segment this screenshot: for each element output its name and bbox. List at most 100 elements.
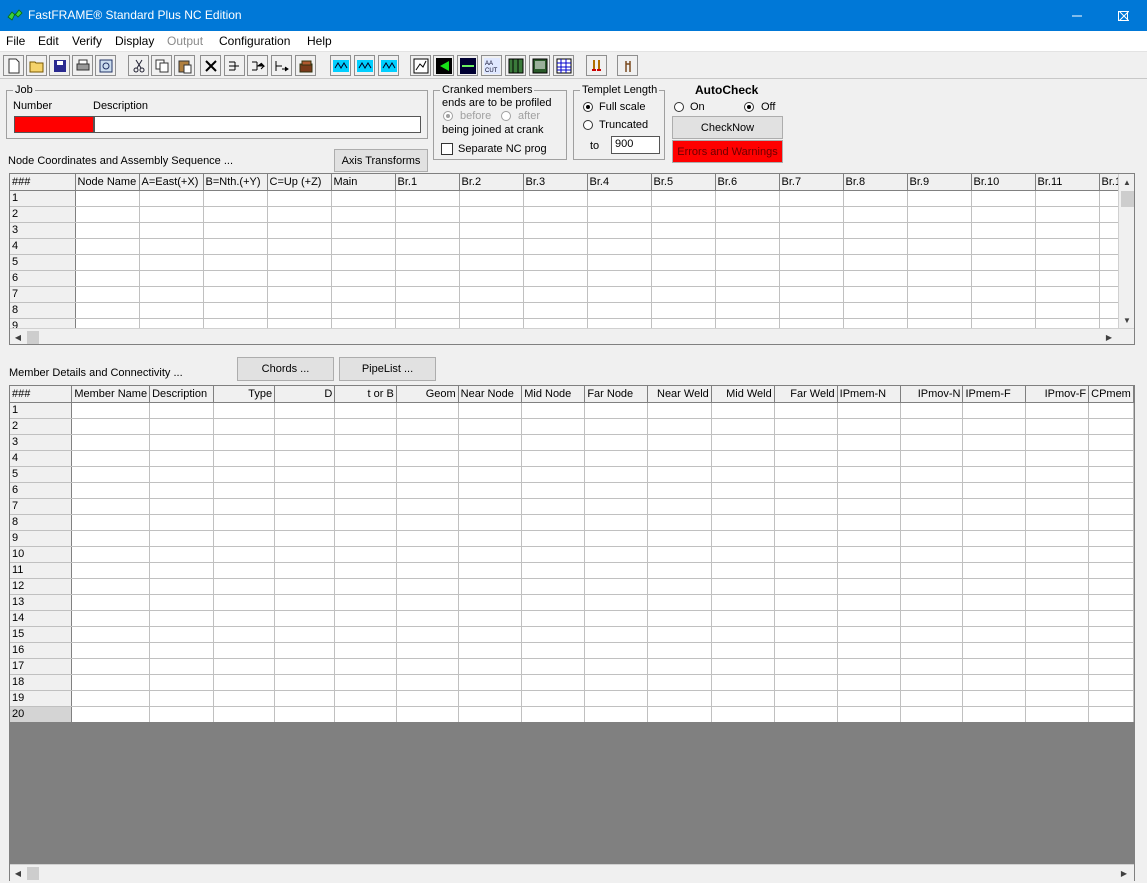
grid-cell[interactable] — [149, 402, 214, 419]
node-grid-hscroll[interactable]: ◀ ▶ — [10, 328, 1134, 344]
scroll-right-icon[interactable]: ▶ — [1116, 865, 1132, 881]
grid-cell[interactable] — [1035, 270, 1100, 287]
grid-cell[interactable] — [900, 450, 964, 467]
grid-cell[interactable] — [274, 418, 336, 435]
after-radio[interactable] — [501, 111, 511, 121]
grid-cell[interactable] — [971, 238, 1036, 255]
grid-cell[interactable] — [149, 562, 214, 579]
grid-cell[interactable] — [900, 546, 964, 563]
row-header[interactable]: 14 — [10, 610, 73, 627]
row-header[interactable]: 5 — [10, 254, 76, 271]
grid-cell[interactable] — [962, 674, 1027, 691]
grid-cell[interactable] — [774, 562, 838, 579]
grid-cell[interactable] — [458, 530, 523, 547]
grid-cell[interactable] — [203, 222, 268, 239]
grid-cell[interactable] — [962, 578, 1027, 595]
grid-cell[interactable] — [962, 610, 1027, 627]
grid-cell[interactable] — [900, 674, 964, 691]
grid-cell[interactable] — [334, 466, 397, 483]
grid-cell[interactable] — [395, 238, 460, 255]
grid-cell[interactable] — [71, 450, 151, 467]
grid-cell[interactable] — [584, 626, 649, 643]
grid-cell[interactable] — [139, 222, 204, 239]
grid-cell[interactable] — [1025, 706, 1090, 722]
grid-cell[interactable] — [523, 286, 588, 303]
grid-cell[interactable] — [1088, 706, 1134, 722]
grid-cell[interactable] — [962, 626, 1027, 643]
grid-cell[interactable] — [213, 530, 276, 547]
library-button[interactable] — [295, 55, 316, 76]
grid-cell[interactable] — [274, 562, 336, 579]
chords-button[interactable]: Chords ... — [237, 357, 334, 381]
grid-cell[interactable] — [274, 466, 336, 483]
grid-cell[interactable] — [779, 190, 844, 207]
grid-cell[interactable] — [521, 562, 586, 579]
grid-cell[interactable] — [458, 658, 523, 675]
grid-cell[interactable] — [213, 418, 276, 435]
grid-cell[interactable] — [149, 530, 214, 547]
grid-cell[interactable] — [213, 674, 276, 691]
grid-cell[interactable] — [71, 466, 151, 483]
grid-cell[interactable] — [1035, 238, 1100, 255]
grid-cell[interactable] — [521, 674, 586, 691]
grid-cell[interactable] — [711, 642, 775, 659]
grid-cell[interactable] — [1025, 578, 1090, 595]
grid-cell[interactable] — [139, 238, 204, 255]
member-grid-hscroll[interactable]: ◀ ▶ — [10, 864, 1134, 881]
grid-cell[interactable] — [203, 254, 268, 271]
grid-cell[interactable] — [774, 418, 838, 435]
grid-cell[interactable] — [647, 450, 712, 467]
grid-cell[interactable] — [334, 514, 397, 531]
grid-cell[interactable] — [711, 706, 775, 722]
errors-warnings-button[interactable]: Errors and Warnings — [672, 140, 783, 163]
grid-cell[interactable] — [334, 642, 397, 659]
grid-cell[interactable] — [962, 658, 1027, 675]
job-description-field[interactable] — [94, 116, 421, 133]
member-col-header[interactable]: Near Node — [458, 386, 523, 403]
grid-cell[interactable] — [203, 286, 268, 303]
member-col-header[interactable]: IPmov-F — [1025, 386, 1090, 403]
row-header[interactable]: 4 — [10, 238, 76, 255]
grid-cell[interactable] — [521, 706, 586, 722]
grid-cell[interactable] — [584, 514, 649, 531]
grid-cell[interactable] — [149, 706, 214, 722]
monitor-button[interactable] — [457, 55, 478, 76]
grid-cell[interactable] — [213, 578, 276, 595]
grid-cell[interactable] — [584, 706, 649, 722]
grid-cell[interactable] — [1025, 514, 1090, 531]
grid-cell[interactable] — [651, 222, 716, 239]
paste-button[interactable] — [174, 55, 195, 76]
grid-cell[interactable] — [837, 418, 901, 435]
grid-cell[interactable] — [521, 418, 586, 435]
grid-cell[interactable] — [395, 302, 460, 319]
grid-cell[interactable] — [584, 674, 649, 691]
grid-cell[interactable] — [521, 594, 586, 611]
grid-cell[interactable] — [274, 498, 336, 515]
grid-cell[interactable] — [837, 578, 901, 595]
row-header[interactable]: 8 — [10, 302, 76, 319]
grid-cell[interactable] — [907, 302, 972, 319]
grid-cell[interactable] — [962, 450, 1027, 467]
grid-cell[interactable] — [584, 578, 649, 595]
grid-cell[interactable] — [1025, 546, 1090, 563]
member-col-header[interactable]: Mid Weld — [711, 386, 775, 403]
grid-cell[interactable] — [907, 222, 972, 239]
grid-cell[interactable] — [711, 610, 775, 627]
grid-cell[interactable] — [711, 450, 775, 467]
grid-cell[interactable] — [587, 206, 652, 223]
grid-cell[interactable] — [267, 270, 332, 287]
member-col-header[interactable]: CPmem — [1088, 386, 1134, 403]
grid-cell[interactable] — [458, 562, 523, 579]
grid-cell[interactable] — [837, 610, 901, 627]
grid-cell[interactable] — [1025, 690, 1090, 707]
grid-cell[interactable] — [521, 466, 586, 483]
node-col-header[interactable]: Br.7 — [779, 174, 844, 191]
grid-cell[interactable] — [274, 514, 336, 531]
menu-edit[interactable]: Edit — [38, 34, 59, 48]
grid-cell[interactable] — [334, 706, 397, 722]
grid-cell[interactable] — [962, 402, 1027, 419]
scroll-right-icon[interactable]: ▶ — [1101, 329, 1117, 344]
grid-cell[interactable] — [149, 418, 214, 435]
grid-cell[interactable] — [837, 450, 901, 467]
grid-cell[interactable] — [711, 402, 775, 419]
